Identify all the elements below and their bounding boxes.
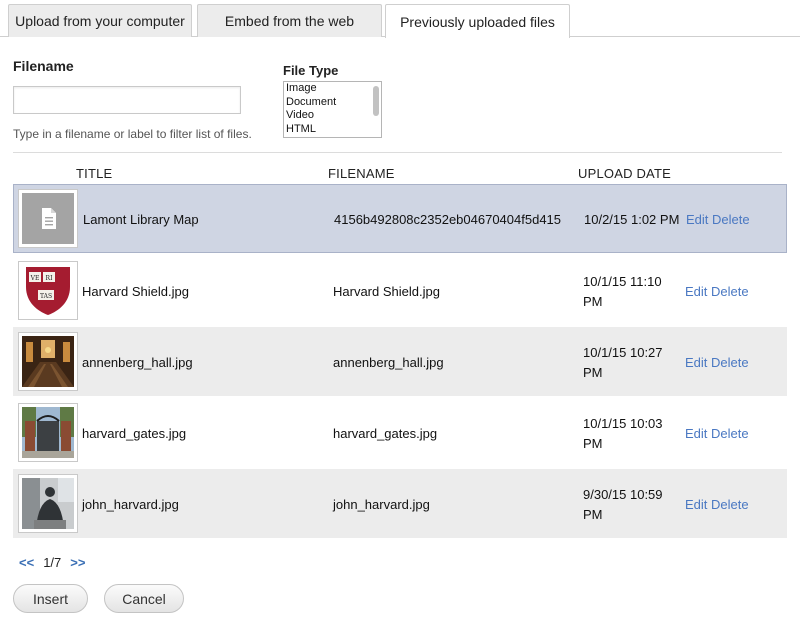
- file-thumbnail: [18, 332, 78, 391]
- table-row[interactable]: VE RI TAS Harvard Shield.jpg Harvard Shi…: [13, 256, 787, 325]
- edit-link[interactable]: Edit: [686, 212, 708, 227]
- file-upload-date: 10/1/15 10:03 PM: [583, 416, 663, 451]
- cancel-button[interactable]: Cancel: [104, 584, 184, 613]
- edit-link[interactable]: Edit: [685, 497, 707, 512]
- file-thumbnail: [18, 474, 78, 533]
- file-filename: 4156b492808c2352eb04670404f5d415: [334, 212, 562, 227]
- row-actions: Edit Delete: [685, 426, 749, 441]
- edit-link[interactable]: Edit: [685, 355, 707, 370]
- shield-text-ri: RI: [46, 275, 54, 282]
- table-row[interactable]: john_harvard.jpg john_harvard.jpg 9/30/1…: [13, 469, 787, 538]
- delete-link[interactable]: Delete: [711, 355, 749, 370]
- harvard-gates-photo: [22, 407, 74, 458]
- file-filename: annenberg_hall.jpg: [333, 355, 444, 370]
- filetype-filter-label: File Type: [283, 63, 339, 78]
- previous-page-link[interactable]: <<: [19, 555, 34, 570]
- delete-link[interactable]: Delete: [712, 212, 750, 227]
- row-actions: Edit Delete: [685, 497, 749, 512]
- john-harvard-statue-photo: [22, 478, 74, 529]
- file-title: Lamont Library Map: [83, 212, 199, 227]
- edit-link[interactable]: Edit: [685, 284, 707, 299]
- page-indicator: 1/7: [43, 555, 62, 570]
- file-upload-date: 10/1/15 11:10 PM: [583, 274, 662, 309]
- pagination: << 1/7 >>: [19, 555, 85, 570]
- filetype-option-video[interactable]: Video: [284, 109, 381, 123]
- filter-separator: [13, 152, 782, 153]
- file-thumbnail: [18, 403, 78, 462]
- column-header-title[interactable]: TITLE: [76, 166, 112, 181]
- tab-previously-uploaded[interactable]: Previously uploaded files: [385, 4, 570, 38]
- insert-button[interactable]: Insert: [13, 584, 88, 613]
- shield-text-ve: VE: [30, 275, 40, 282]
- harvard-shield-image: VE RI TAS: [26, 267, 70, 315]
- filename-filter-help: Type in a filename or label to filter li…: [13, 127, 252, 141]
- column-header-filename[interactable]: FILENAME: [328, 166, 395, 181]
- filetype-option-html[interactable]: HTML: [284, 123, 381, 137]
- filetype-option-image[interactable]: Image: [284, 82, 381, 96]
- row-actions: Edit Delete: [686, 212, 750, 227]
- document-icon: [42, 208, 56, 229]
- filename-filter-input[interactable]: [13, 86, 241, 114]
- file-title: Harvard Shield.jpg: [82, 284, 189, 299]
- next-page-link[interactable]: >>: [70, 555, 85, 570]
- delete-link[interactable]: Delete: [711, 497, 749, 512]
- tab-upload-from-computer[interactable]: Upload from your computer: [8, 4, 192, 37]
- row-actions: Edit Delete: [685, 284, 749, 299]
- delete-link[interactable]: Delete: [711, 426, 749, 441]
- file-upload-date: 9/30/15 10:59 PM: [583, 487, 663, 522]
- file-upload-date: 10/2/15 1:02 PM: [584, 212, 680, 227]
- file-filename: harvard_gates.jpg: [333, 426, 438, 441]
- table-row[interactable]: Lamont Library Map 4156b492808c2352eb046…: [13, 184, 787, 253]
- filetype-option-document[interactable]: Document: [284, 96, 381, 110]
- delete-link[interactable]: Delete: [711, 284, 749, 299]
- table-row[interactable]: annenberg_hall.jpg annenberg_hall.jpg 10…: [13, 327, 787, 396]
- filename-filter-label: Filename: [13, 58, 74, 74]
- file-thumbnail: [18, 189, 78, 248]
- annenberg-hall-photo: [22, 336, 74, 387]
- file-title: john_harvard.jpg: [82, 497, 179, 512]
- file-filename: john_harvard.jpg: [333, 497, 430, 512]
- file-title: harvard_gates.jpg: [82, 426, 187, 441]
- shield-text-tas: TAS: [40, 293, 52, 300]
- file-title: annenberg_hall.jpg: [82, 355, 193, 370]
- row-actions: Edit Delete: [685, 355, 749, 370]
- tab-bar: Upload from your computer Embed from the…: [0, 0, 800, 38]
- file-filename: Harvard Shield.jpg: [333, 284, 440, 299]
- filetype-select[interactable]: Image Document Video HTML: [283, 81, 382, 138]
- column-header-upload-date[interactable]: UPLOAD DATE: [578, 166, 671, 181]
- table-row[interactable]: harvard_gates.jpg harvard_gates.jpg 10/1…: [13, 398, 787, 467]
- file-upload-date: 10/1/15 10:27 PM: [583, 345, 663, 380]
- edit-link[interactable]: Edit: [685, 426, 707, 441]
- file-thumbnail: VE RI TAS: [18, 261, 78, 320]
- tab-embed-from-web[interactable]: Embed from the web: [197, 4, 382, 37]
- filetype-scrollbar[interactable]: [373, 86, 379, 116]
